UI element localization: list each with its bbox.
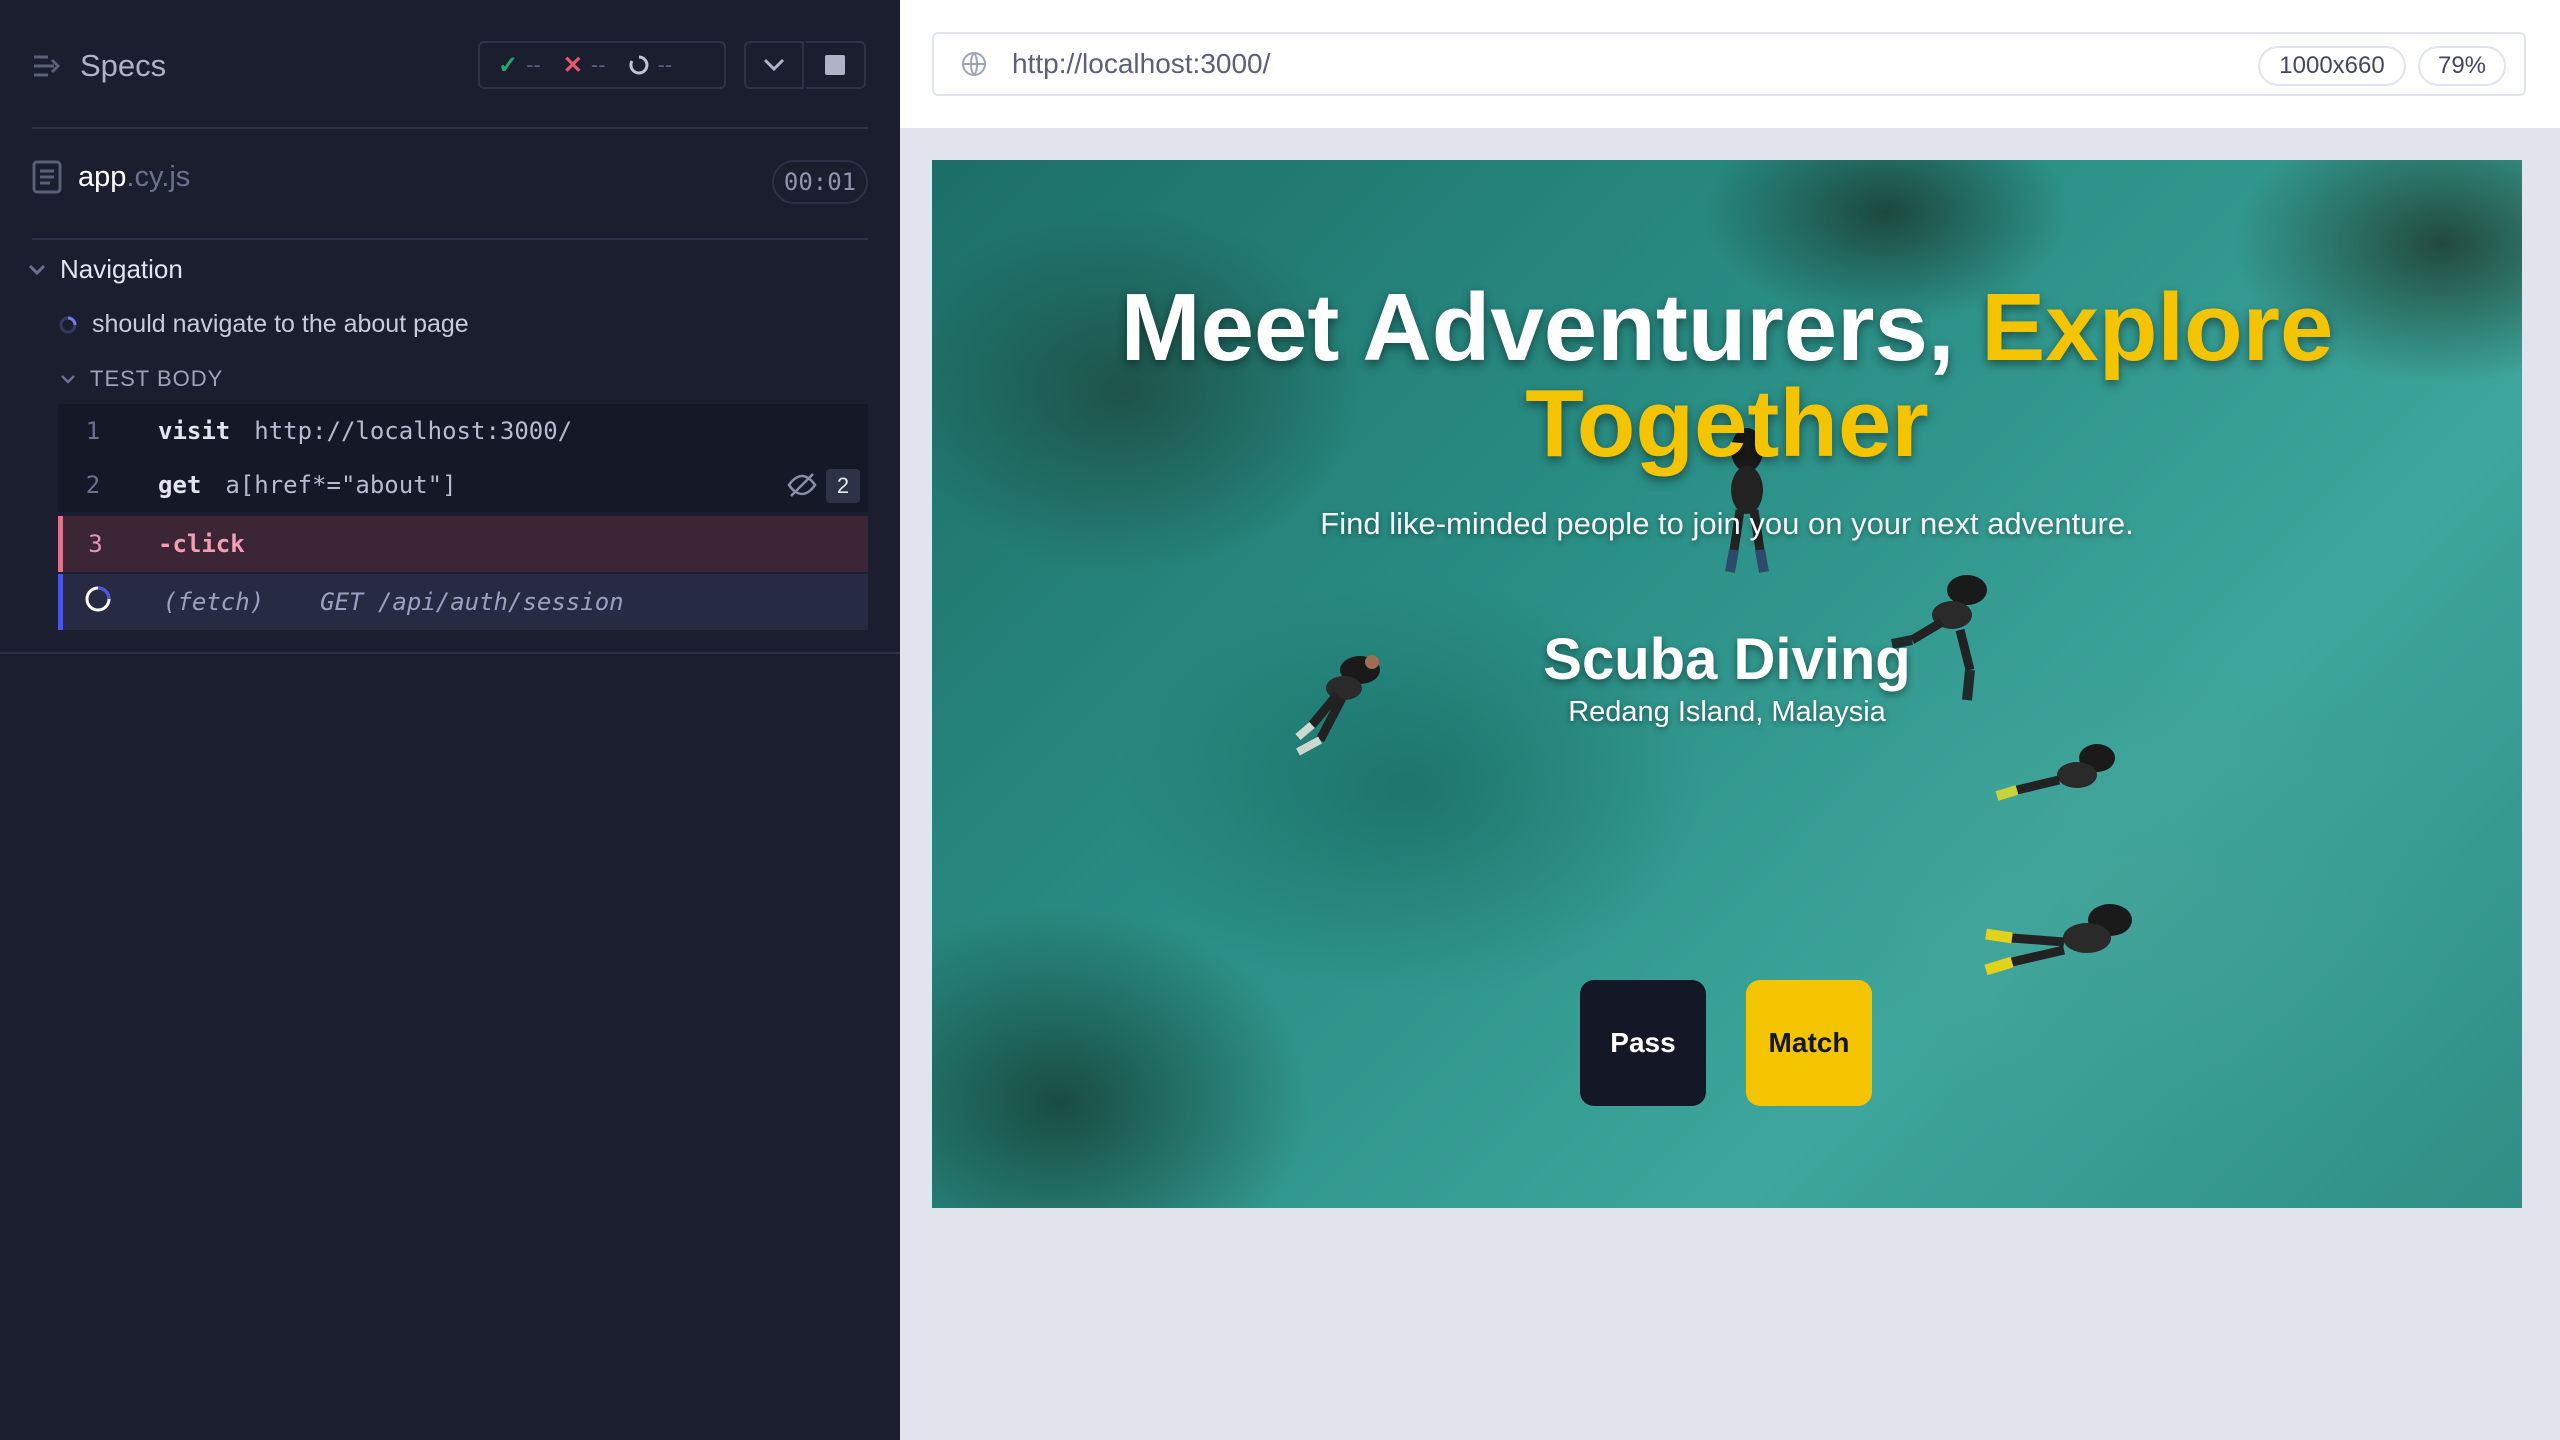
command-name: visit	[158, 417, 231, 445]
command-name: get	[158, 471, 202, 499]
passed-stat: ✓ --	[498, 51, 541, 80]
chevron-down-icon	[28, 264, 46, 275]
failed-count: --	[590, 52, 606, 77]
loading-icon-wrap	[63, 584, 133, 620]
suite-title: Navigation	[60, 254, 183, 284]
app-preview: Meet Adventurers, Explore Together Find …	[932, 160, 2522, 1208]
stop-button[interactable]	[806, 41, 866, 89]
command-arg: a[href*="about"]	[225, 471, 457, 499]
command-arg: http://localhost:3000/	[254, 417, 573, 445]
command-row-active[interactable]: 3 -click	[58, 516, 868, 572]
headline-white: Meet Adventurers,	[1120, 274, 1982, 381]
hero-subline: Find like-minded people to join you on y…	[1320, 506, 2134, 541]
x-icon: ✕	[562, 51, 583, 79]
url-text: http://localhost:3000/	[1012, 48, 1271, 79]
loading-icon	[85, 586, 111, 612]
specs-title: Specs	[80, 48, 167, 83]
stop-icon	[825, 55, 845, 75]
test-title: should navigate to the about page	[92, 310, 469, 338]
test-body-label: TEST BODY	[90, 366, 224, 391]
spec-file-name: app	[78, 160, 127, 193]
pending-count: --	[657, 52, 673, 77]
command-number: 2	[85, 471, 101, 499]
stats-box: ✓ -- ✕ -- --	[478, 41, 726, 89]
command-number: 1	[85, 417, 101, 445]
header-divider	[32, 127, 868, 129]
url-bar[interactable]: http://localhost:3000/ 1000x660 79%	[932, 32, 2526, 96]
globe-icon	[962, 52, 986, 76]
aut-panel: http://localhost:3000/ 1000x660 79% Meet…	[900, 0, 2560, 1440]
test-body-header[interactable]: TEST BODY	[60, 366, 223, 392]
failed-stat: ✕ --	[563, 51, 606, 80]
command-number: 3	[88, 530, 103, 558]
diver-image	[1995, 744, 2115, 801]
zoom-pill[interactable]: 79%	[2418, 46, 2506, 86]
spec-file-row[interactable]: app.cy.js	[32, 160, 190, 194]
run-duration: 00:01	[772, 160, 868, 204]
chevron-down-icon	[61, 375, 75, 384]
pending-stat: --	[628, 52, 673, 78]
diver-image	[1984, 904, 2132, 976]
test-row[interactable]: should navigate to the about page	[58, 310, 469, 339]
command-row[interactable]: 1 visit http://localhost:3000/	[58, 404, 868, 458]
element-count-badge: 2	[826, 469, 860, 503]
command-row-pending[interactable]: (fetch) GET /api/auth/session	[58, 574, 868, 630]
check-icon: ✓	[498, 51, 519, 79]
viewport-size-pill[interactable]: 1000x660	[2258, 46, 2406, 86]
document-icon	[32, 160, 62, 194]
command-arg: GET /api/auth/session	[320, 588, 624, 616]
eye-slash-icon	[787, 473, 817, 497]
running-spinner-icon	[59, 316, 77, 333]
passed-count: --	[526, 52, 541, 77]
reporter-divider	[0, 652, 900, 654]
expand-collapse-button[interactable]	[744, 41, 804, 89]
command-name: (fetch)	[163, 588, 265, 616]
url-strip: http://localhost:3000/ 1000x660 79%	[900, 0, 2560, 128]
match-button[interactable]: Match	[1746, 980, 1872, 1106]
pass-button[interactable]: Pass	[1580, 980, 1706, 1106]
file-divider	[32, 238, 868, 240]
reporter-panel: Specs ✓ -- ✕ -- -- app.cy.js 00:01 Navig…	[0, 0, 900, 1440]
activity-location: Redang Island, Malaysia	[1568, 696, 1886, 728]
hero-headline: Meet Adventurers, Explore Together	[932, 280, 2522, 472]
activity-title: Scuba Diving	[1543, 627, 1911, 692]
specs-list-icon	[34, 55, 61, 77]
spinner-icon	[628, 55, 648, 75]
spec-file-ext: .cy.js	[126, 160, 191, 193]
chevron-down-icon	[763, 58, 785, 72]
command-row[interactable]: 2 get a[href*="about"] 2	[58, 458, 868, 512]
command-name: -click	[158, 530, 245, 558]
specs-header[interactable]: Specs	[32, 44, 166, 88]
suite-row[interactable]: Navigation	[28, 254, 183, 285]
